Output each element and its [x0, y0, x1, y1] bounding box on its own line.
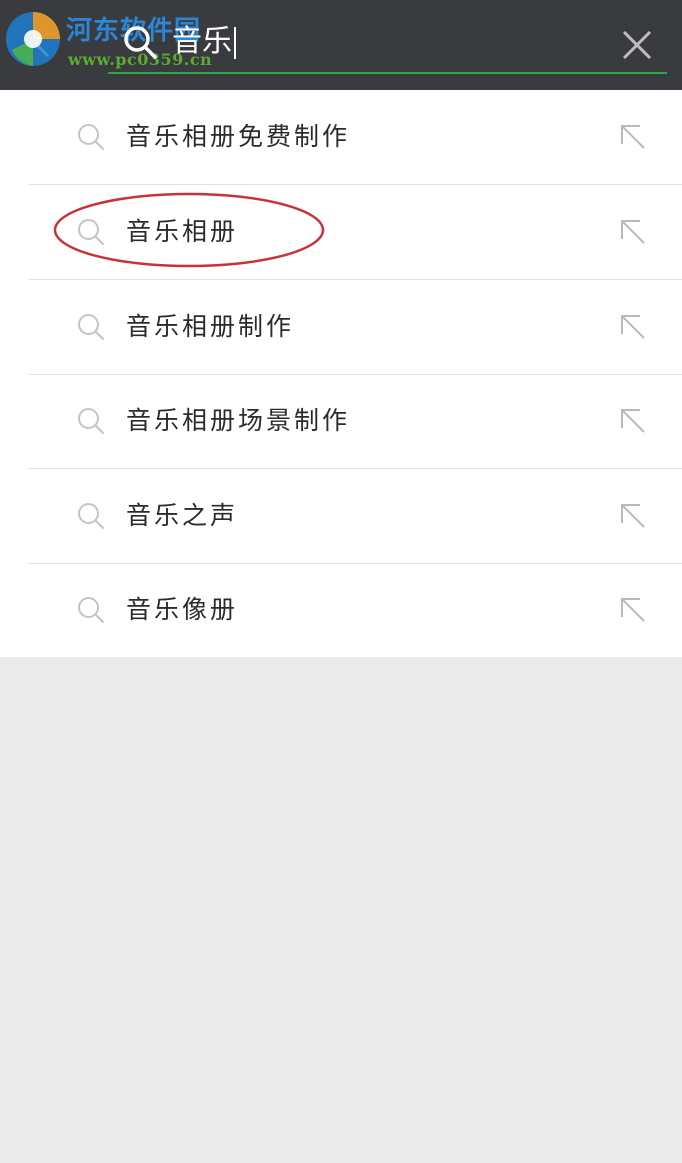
- suggestion-item[interactable]: 音乐之声: [0, 469, 682, 563]
- watermark-logo-icon: [6, 12, 60, 66]
- search-icon: [78, 408, 104, 434]
- suggestion-item[interactable]: 音乐相册制作: [0, 280, 682, 374]
- search-input-value: 音乐: [172, 24, 232, 59]
- fill-in-arrow-icon[interactable]: [620, 503, 646, 529]
- suggestion-label: 音乐相册场景制作: [126, 406, 351, 435]
- suggestion-item[interactable]: 音乐相册: [0, 185, 682, 279]
- suggestion-label: 音乐相册制作: [126, 312, 295, 341]
- search-icon: [78, 503, 104, 529]
- fill-in-arrow-icon[interactable]: [620, 124, 646, 150]
- search-input[interactable]: 音乐: [172, 22, 602, 62]
- suggestion-list: 音乐相册免费制作 音乐相册 音乐相册制作 音乐相册场景制作 音乐之声 音乐像册: [0, 90, 682, 657]
- search-underline: [108, 72, 667, 74]
- fill-in-arrow-icon[interactable]: [620, 219, 646, 245]
- suggestion-item[interactable]: 音乐相册免费制作: [0, 90, 682, 184]
- top-search-bar: 河东软件园 www.pc0359.cn 音乐: [0, 0, 682, 90]
- fill-in-arrow-icon[interactable]: [620, 314, 646, 340]
- suggestion-label: 音乐相册: [126, 217, 239, 246]
- text-caret: [234, 27, 236, 59]
- suggestion-label: 音乐相册免费制作: [126, 122, 351, 151]
- search-icon: [124, 26, 157, 59]
- suggestion-label: 音乐像册: [126, 595, 239, 624]
- fill-in-arrow-icon[interactable]: [620, 408, 646, 434]
- search-icon: [78, 124, 104, 150]
- search-icon: [78, 314, 104, 340]
- search-icon: [78, 597, 104, 623]
- suggestion-item[interactable]: 音乐相册场景制作: [0, 374, 682, 468]
- search-icon: [78, 219, 104, 245]
- suggestion-label: 音乐之声: [126, 501, 239, 530]
- close-icon[interactable]: [618, 26, 656, 64]
- fill-in-arrow-icon[interactable]: [620, 597, 646, 623]
- suggestion-item[interactable]: 音乐像册: [0, 563, 682, 657]
